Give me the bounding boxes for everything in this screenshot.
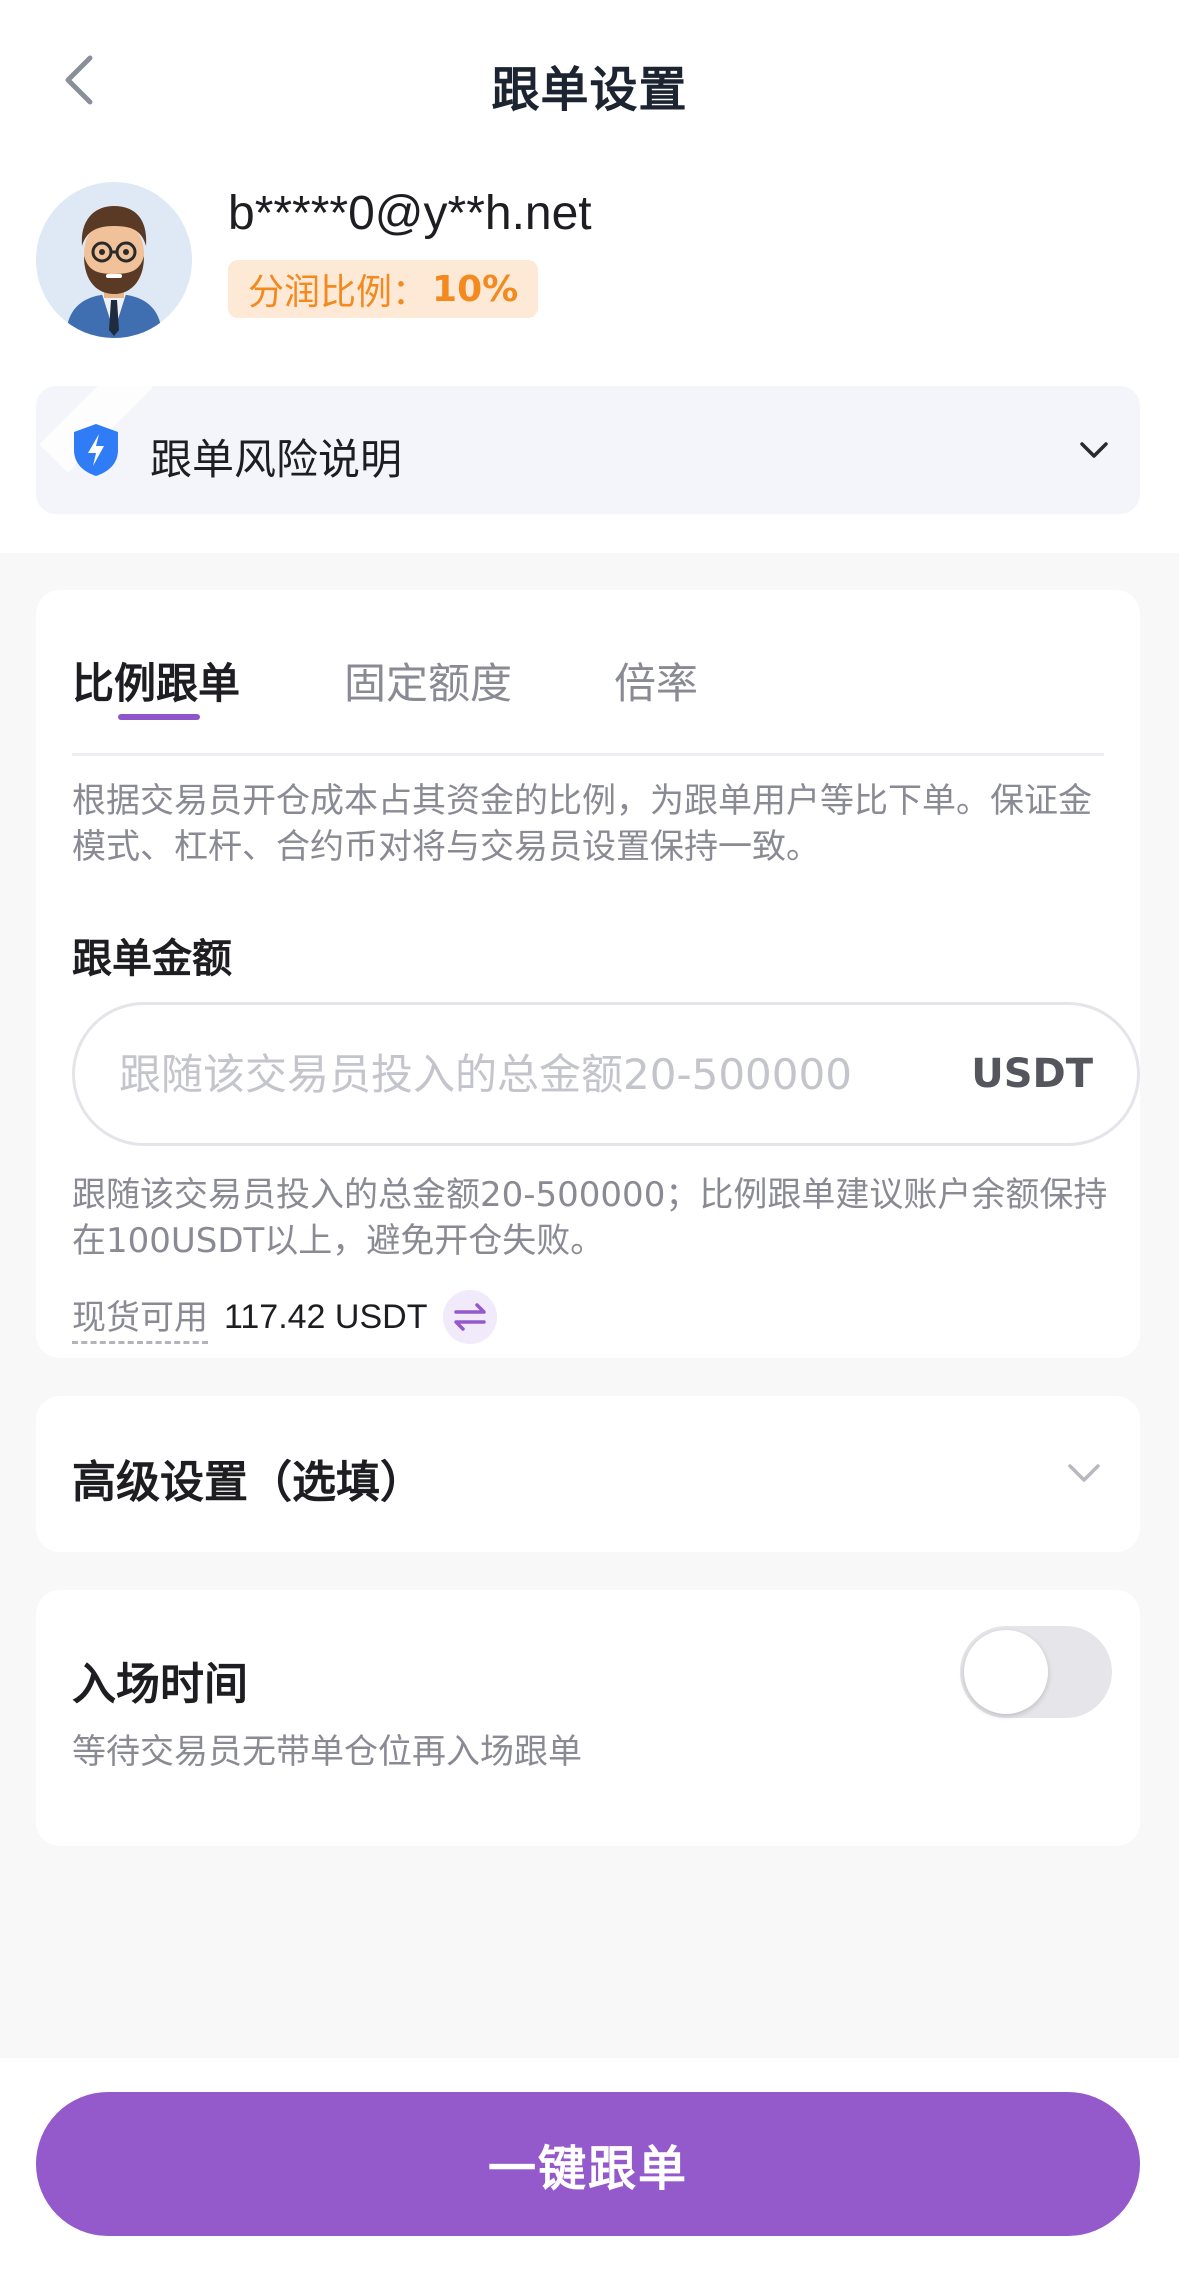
risk-disclosure[interactable]: 跟单风险说明 <box>36 386 1140 514</box>
tab-fixed-amount[interactable]: 固定额度 <box>344 650 512 711</box>
trader-email: b*****0@y**h.net <box>228 187 592 240</box>
amount-unit: USDT <box>971 1051 1093 1097</box>
transfer-button[interactable] <box>443 1290 498 1344</box>
page-title: 跟单设置 <box>491 62 688 118</box>
copy-mode-card: 比例跟单 固定额度 倍率 根据交易员开仓成本占其资金的比例，为跟单用户等比下单。… <box>36 590 1140 1358</box>
profit-share-value: 10% <box>432 268 519 310</box>
amount-label: 跟单金额 <box>72 936 232 982</box>
one-click-copy-button[interactable]: 一键跟单 <box>36 2092 1140 2236</box>
available-value: 117.42 USDT <box>224 1297 428 1336</box>
bottom-action-bar: 一键跟单 <box>0 2058 1179 2286</box>
mode-description: 根据交易员开仓成本占其资金的比例，为跟单用户等比下单。保证金模式、杠杆、合约币对… <box>72 781 1092 867</box>
active-tab-indicator <box>118 714 200 720</box>
entry-time-title: 入场时间 <box>72 1659 248 1710</box>
advanced-settings[interactable]: 高级设置（选填） <box>36 1396 1140 1552</box>
swap-arrows-icon <box>454 1303 487 1331</box>
entry-time-card: 入场时间 等待交易员无带单仓位再入场跟单 <box>36 1590 1140 1846</box>
entry-time-toggle[interactable] <box>960 1626 1112 1718</box>
profit-share-label: 分润比例： <box>248 272 429 313</box>
risk-disclosure-label: 跟单风险说明 <box>150 435 403 484</box>
avatar <box>36 182 192 338</box>
advanced-settings-title: 高级设置（选填） <box>72 1457 424 1508</box>
chevron-down-icon <box>1080 442 1108 458</box>
chevron-down-icon <box>1068 1464 1100 1482</box>
profit-share-badge: 分润比例： 10% <box>228 260 539 318</box>
navbar: 跟单设置 <box>0 0 1179 160</box>
amount-hint: 跟随该交易员投入的总金额20-500000；比例跟单建议账户余额保持在100US… <box>72 1175 1108 1261</box>
entry-time-subtitle: 等待交易员无带单仓位再入场跟单 <box>72 1732 582 1772</box>
tab-proportional[interactable]: 比例跟单 <box>72 650 240 711</box>
available-label[interactable]: 现货可用 <box>72 1290 208 1344</box>
tab-multiplier[interactable]: 倍率 <box>614 650 698 711</box>
mode-tabs: 比例跟单 固定额度 倍率 <box>72 650 1104 756</box>
amount-field: USDT <box>72 1002 1140 1146</box>
shield-icon <box>74 424 118 476</box>
header-section: 跟单设置 b*****0@y**h.net 分润比例： 10% 跟单风险说明 <box>0 0 1179 553</box>
amount-input[interactable] <box>119 1049 939 1099</box>
available-balance: 现货可用 117.42 USDT <box>72 1290 498 1344</box>
toggle-knob <box>964 1630 1048 1714</box>
